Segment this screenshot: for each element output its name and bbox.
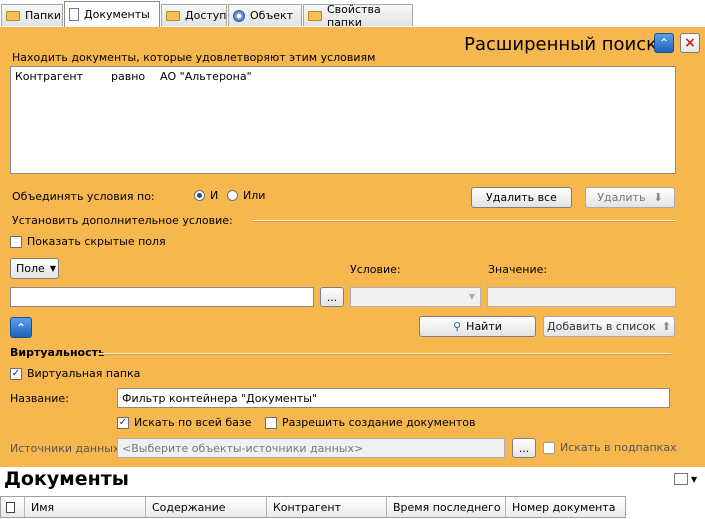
delete-all-button[interactable]: Удалить все <box>471 187 572 208</box>
search-all-checkbox[interactable]: ✓ Искать по всей базе <box>117 416 252 429</box>
value-input[interactable] <box>487 287 676 307</box>
virtual-folder-checkbox[interactable]: ✓ Виртуальная папка <box>10 367 140 380</box>
field-browse-button[interactable]: ... <box>320 287 344 307</box>
document-icon <box>6 501 15 513</box>
condition-operator: равно <box>111 70 146 83</box>
col-document-number[interactable]: Номер документа <box>506 497 625 517</box>
close-button[interactable]: × <box>680 33 700 53</box>
virtual-section-title: Виртуальность <box>10 346 105 359</box>
list-settings-icon <box>674 473 688 485</box>
add-to-list-button[interactable]: Добавить в список ⬆ <box>543 316 675 337</box>
find-label: Находить документы, которые удовлетворяю… <box>12 51 376 64</box>
condition-label: Условие: <box>350 263 401 276</box>
condition-value: АО "Альтерона" <box>160 70 252 83</box>
col-content[interactable]: Содержание <box>146 497 267 517</box>
combine-label: Объединять условия по: <box>12 190 155 203</box>
magnifier-icon: ⚲ <box>453 320 462 333</box>
show-hidden-checkbox[interactable]: Показать скрытые поля <box>10 235 166 248</box>
condition-select[interactable]: ▼ <box>350 287 481 307</box>
field-dropdown[interactable]: Поле ▼ <box>10 258 59 279</box>
name-label: Название: <box>10 392 69 405</box>
arrow-up-icon: ⬆ <box>661 320 671 333</box>
radio-or[interactable]: Или <box>227 189 265 202</box>
value-label: Значение: <box>488 263 548 276</box>
sources-label: Источники данных: <box>10 442 124 455</box>
name-input[interactable]: Фильтр контейнера "Документы" <box>117 388 670 408</box>
tab-documents[interactable]: Документы <box>64 1 160 27</box>
field-input[interactable] <box>10 287 314 307</box>
delete-button[interactable]: Удалить ⬇ <box>585 187 675 208</box>
tab-folder-properties[interactable]: Свойства папки <box>303 3 413 29</box>
separator <box>253 220 676 222</box>
condition-row[interactable]: Контрагент равно АО "Альтерона" <box>15 70 415 84</box>
chevron-down-icon: ▼ <box>468 292 475 301</box>
radio-and-circle[interactable] <box>194 190 205 201</box>
search-all-check[interactable]: ✓ <box>117 416 129 429</box>
col-last-modified[interactable]: Время последнего ... <box>387 497 506 517</box>
document-icon <box>69 8 79 21</box>
folder-icon <box>6 10 20 21</box>
col-name[interactable]: Имя <box>25 497 146 517</box>
folder-lock-icon <box>166 10 180 21</box>
documents-grid-header: Имя Содержание Контрагент Время последне… <box>0 496 626 518</box>
find-button[interactable]: ⚲ Найти <box>419 316 536 337</box>
col-icon[interactable] <box>1 497 25 517</box>
arrow-down-icon: ⬇ <box>653 191 663 204</box>
tab-object[interactable]: Объект <box>228 4 302 26</box>
tab-folders[interactable]: Папки <box>1 4 63 26</box>
chevron-up-icon: ⌃ <box>15 320 27 335</box>
chevron-up-icon: ⌃ <box>658 36 670 50</box>
conditions-list[interactable]: Контрагент равно АО "Альтерона" <box>10 66 676 174</box>
separator <box>98 353 671 355</box>
allow-create-checkbox[interactable]: Разрешить создание документов <box>265 416 476 429</box>
chevron-down-icon: ▼ <box>691 474 698 484</box>
folder-icon <box>308 10 322 21</box>
gear-icon <box>233 9 245 22</box>
sources-browse-button[interactable]: ... <box>512 438 536 458</box>
view-options-button[interactable]: ▼ <box>674 473 697 485</box>
search-subfolders-checkbox[interactable]: Искать в подпапках <box>543 441 677 454</box>
radio-or-circle[interactable] <box>227 190 238 201</box>
close-icon: × <box>684 35 696 51</box>
virtual-folder-check[interactable]: ✓ <box>10 367 22 380</box>
col-counterparty[interactable]: Контрагент <box>267 497 387 517</box>
panel-title: Расширенный поиск <box>464 34 657 55</box>
collapse-condition-button[interactable]: ⌃ <box>10 317 32 338</box>
condition-field: Контрагент <box>15 70 84 83</box>
chevron-down-icon: ▼ <box>49 264 56 273</box>
tab-access[interactable]: Доступ <box>161 4 227 26</box>
collapse-button[interactable]: ⌃ <box>654 33 674 53</box>
radio-and[interactable]: И <box>194 189 218 202</box>
search-subfolders-check[interactable] <box>543 441 555 454</box>
add-condition-label: Установить дополнительное условие: <box>12 214 233 227</box>
documents-title: Документы <box>4 468 129 490</box>
allow-create-check[interactable] <box>265 416 277 429</box>
show-hidden-check[interactable] <box>10 235 22 248</box>
sources-input[interactable]: <Выберите объекты-источники данных> <box>117 438 505 458</box>
